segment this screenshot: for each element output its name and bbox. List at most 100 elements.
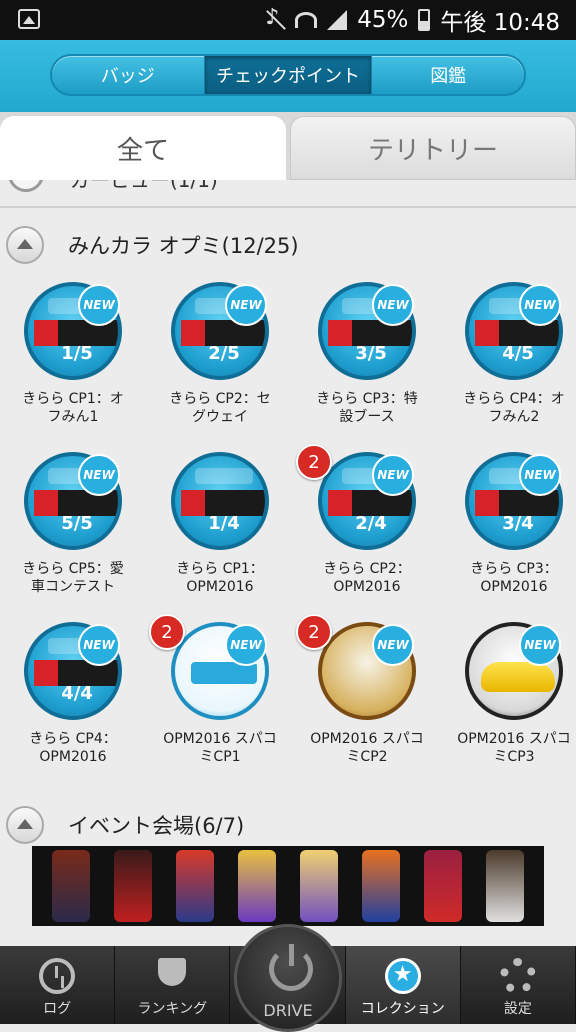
battery-percent: 45%	[357, 7, 409, 33]
tab-territory[interactable]: テリトリー	[290, 116, 576, 180]
nav-ranking[interactable]: ランキング	[115, 946, 231, 1024]
new-badge-icon: NEW	[78, 624, 120, 666]
top-header: バッジ チェックポイント 図鑑	[0, 40, 576, 112]
collapsed-section-title: ガーピュー(1/1)	[70, 180, 218, 192]
gear-icon	[499, 958, 536, 994]
badge-number: 5/5	[61, 513, 93, 534]
badge-number: 3/5	[355, 343, 387, 364]
mute-icon	[263, 5, 285, 31]
nav-label: コレクション	[360, 1001, 445, 1017]
segmented-control: バッジ チェックポイント 図鑑	[50, 54, 526, 96]
badge-number: 2/5	[208, 343, 240, 364]
collapse-button[interactable]	[6, 226, 44, 264]
badge-number: 1/5	[61, 343, 93, 364]
count-badge: 2	[296, 614, 332, 650]
new-badge-icon: NEW	[519, 284, 561, 326]
fighter-image	[424, 850, 462, 922]
nav-label: ランキング	[137, 1001, 208, 1017]
badge-label: OPM2016 スパコ ミCP1	[163, 731, 277, 765]
badge-label: OPM2016 スパコ ミCP3	[457, 731, 571, 765]
fighter-image	[362, 850, 400, 922]
badge-label: きらら CP4：オ フみん2	[463, 391, 565, 425]
badge-item[interactable]: 2/4 NEW 2 きらら CP2： OPM2016	[294, 444, 440, 617]
clock: 午後 10:48	[440, 10, 560, 36]
new-badge-icon: NEW	[78, 454, 120, 496]
collapse-button[interactable]	[6, 806, 44, 844]
badge-label: きらら CP5：愛 車コンテスト	[22, 561, 124, 595]
collection-list[interactable]: ガーピュー(1/1) みんカラ オプミ(12/25) 1/5 NEW きらら CP1…	[0, 180, 576, 946]
badge-item[interactable]: 4/4 NEW きらら CP4： OPM2016	[0, 622, 146, 787]
star-icon	[384, 958, 421, 994]
badge-number: 4/5	[502, 343, 534, 364]
badge-item[interactable]: 1/4 きらら CP1： OPM2016	[147, 452, 293, 617]
badge-image: 1/4	[171, 452, 269, 550]
collapse-button[interactable]	[8, 180, 44, 192]
tab-all[interactable]: 全て	[0, 116, 286, 180]
car-image	[481, 662, 555, 692]
badge-item[interactable]: 5/5 NEW きらら CP5：愛 車コンテスト	[0, 452, 146, 617]
new-badge-icon: NEW	[519, 624, 561, 666]
new-badge-icon: NEW	[225, 284, 267, 326]
badge-item[interactable]: 3/5 NEW きらら CP3：特 設ブース	[294, 282, 440, 447]
badge-label: OPM2016 スパコ ミCP2	[310, 731, 424, 765]
count-badge: 2	[149, 614, 185, 650]
badge-item[interactable]: 3/4 NEW きらら CP3： OPM2016	[441, 452, 576, 617]
badge-item[interactable]: NEW 2 OPM2016 スパコ ミCP2	[294, 614, 440, 787]
section-title: イベント会場(6/7)	[68, 814, 245, 838]
status-bar: 45% 午後 10:48	[0, 0, 576, 40]
badge-item[interactable]: NEW OPM2016 スパコ ミCP3	[441, 622, 576, 787]
segment-badge[interactable]: バッジ	[52, 56, 205, 94]
badge-label: きらら CP2： OPM2016	[323, 561, 411, 595]
new-badge-icon: NEW	[372, 454, 414, 496]
fighter-image	[176, 850, 214, 922]
badge-label: きらら CP2：セ グウェイ	[169, 391, 271, 425]
badge-number: 4/4	[61, 683, 93, 704]
new-badge-icon: NEW	[225, 624, 267, 666]
count-badge: 2	[296, 444, 332, 480]
new-badge-icon: NEW	[519, 454, 561, 496]
badge-number: 2/4	[355, 513, 387, 534]
new-badge-icon: NEW	[372, 284, 414, 326]
badge-item[interactable]: 2/5 NEW きらら CP2：セ グウェイ	[147, 282, 293, 447]
wifi-icon	[295, 12, 318, 28]
trophy-icon	[158, 958, 187, 986]
nav-log[interactable]: ログ	[0, 946, 116, 1024]
badge-item[interactable]: 4/5 NEW きらら CP4：オ フみん2	[441, 282, 576, 447]
badge-label: きらら CP1：オ フみん1	[22, 391, 124, 425]
event-banner-image[interactable]	[32, 846, 544, 926]
section-header-minkara[interactable]: みんカラ オプミ(12/25)	[0, 220, 576, 270]
badge-label: きらら CP1： OPM2016	[176, 561, 264, 595]
nav-label: 設定	[503, 1001, 532, 1017]
drive-button[interactable]: DRIVE	[234, 924, 342, 1032]
badge-label: きらら CP3：特 設ブース	[316, 391, 418, 425]
section-header-event[interactable]: イベント会場(6/7)	[0, 800, 576, 850]
segment-zukan[interactable]: 図鑑	[372, 56, 524, 94]
fighter-image	[238, 850, 276, 922]
badge-item[interactable]: 1/5 NEW きらら CP1：オ フみん1	[0, 282, 146, 447]
signal-icon	[327, 10, 348, 30]
badge-number: 1/4	[208, 513, 240, 534]
checkpoint-mark	[195, 468, 253, 484]
nav-collection[interactable]: コレクション	[345, 946, 461, 1024]
clock-icon	[39, 958, 76, 994]
segment-checkpoint[interactable]: チェックポイント	[204, 56, 373, 94]
new-badge-icon: NEW	[78, 284, 120, 326]
drive-label: DRIVE	[263, 1001, 313, 1020]
collapsed-section[interactable]: ガーピュー(1/1)	[0, 180, 576, 208]
battery-icon	[418, 9, 431, 31]
badge-item[interactable]: NEW 2 OPM2016 スパコ ミCP1	[147, 614, 293, 787]
status-indicators: 45% 午後 10:48	[263, 0, 560, 40]
subtabs: 全て テリトリー	[0, 112, 576, 180]
nav-label: ログ	[43, 1001, 72, 1017]
new-badge-icon: NEW	[372, 624, 414, 666]
badge-label: きらら CP3： OPM2016	[470, 561, 558, 595]
section-title: みんカラ オプミ(12/25)	[68, 234, 299, 258]
gallery-icon	[18, 9, 40, 29]
badge-number: 3/4	[502, 513, 534, 534]
fighter-image	[114, 850, 152, 922]
fighter-image	[486, 850, 524, 922]
badge-label: きらら CP4： OPM2016	[29, 731, 117, 765]
power-icon	[269, 944, 313, 991]
fighter-image	[52, 850, 90, 922]
nav-settings[interactable]: 設定	[461, 946, 576, 1024]
